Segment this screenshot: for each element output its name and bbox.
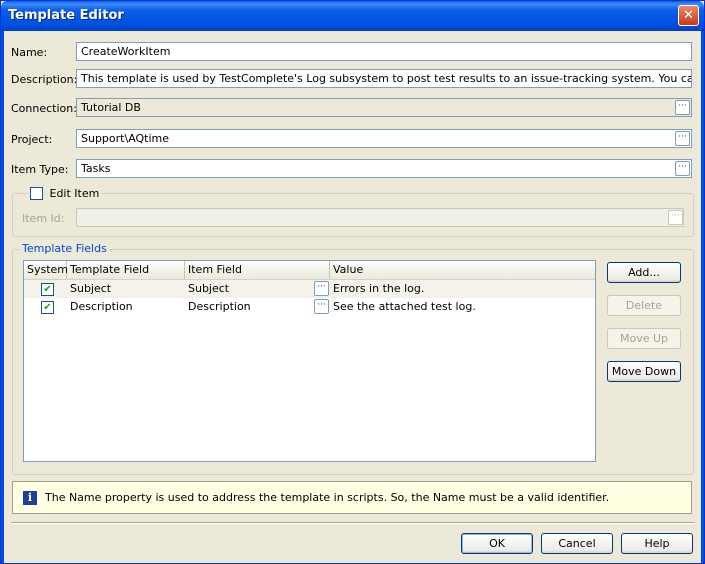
- ellipsis-icon: ···: [678, 132, 687, 142]
- window-frame-right: [701, 31, 704, 563]
- item-id-browse-button[interactable]: ···: [668, 210, 683, 225]
- description-label: Description:: [11, 73, 78, 86]
- table-row[interactable]: ✔ Subject Subject ··· Errors in the log.: [24, 280, 595, 298]
- column-header-system[interactable]: System: [24, 261, 68, 279]
- system-checkbox[interactable]: ✔: [41, 283, 54, 296]
- project-browse-button[interactable]: ···: [675, 131, 690, 146]
- grid-header: System Template Field Item Field Value: [24, 261, 595, 280]
- ok-button[interactable]: OK: [461, 533, 533, 554]
- delete-button[interactable]: Delete: [607, 295, 681, 316]
- item-id-input[interactable]: [76, 208, 684, 227]
- value-cell[interactable]: See the attached test log.: [333, 298, 476, 316]
- item-field-cell: Subject: [188, 282, 230, 295]
- project-label: Project:: [11, 133, 53, 146]
- ellipsis-icon: ···: [317, 282, 326, 292]
- info-text: The Name property is used to address the…: [45, 491, 610, 504]
- edit-item-label: Edit Item: [49, 186, 100, 200]
- cancel-button[interactable]: Cancel: [541, 533, 613, 554]
- title-bar[interactable]: Template Editor ✕: [1, 1, 704, 31]
- footer-separator: [11, 522, 695, 524]
- move-up-button[interactable]: Move Up: [607, 328, 681, 349]
- value-browse-button[interactable]: ···: [314, 299, 329, 314]
- connection-label: Connection:: [11, 102, 77, 115]
- ellipsis-icon: ···: [671, 211, 680, 221]
- item-field-cell: Description: [188, 300, 251, 313]
- template-field-cell: Subject: [70, 282, 112, 295]
- connection-browse-button[interactable]: ···: [675, 100, 690, 115]
- close-icon: ✕: [683, 8, 694, 23]
- close-button[interactable]: ✕: [678, 5, 699, 26]
- column-header-item-field[interactable]: Item Field: [185, 261, 330, 279]
- info-panel: i The Name property is used to address t…: [12, 481, 692, 514]
- ellipsis-icon: ···: [317, 300, 326, 310]
- template-fields-grid[interactable]: System Template Field Item Field Value ✔…: [23, 260, 596, 462]
- window-title: Template Editor: [8, 8, 124, 23]
- project-input[interactable]: Support\AQtime: [76, 129, 692, 148]
- edit-item-header: Edit Item: [28, 186, 102, 201]
- template-editor-window: Template Editor ✕ Name: CreateWorkItem D…: [0, 0, 705, 564]
- item-type-browse-button[interactable]: ···: [675, 161, 690, 176]
- column-header-template-field[interactable]: Template Field: [67, 261, 185, 279]
- template-fields-title: Template Fields: [20, 242, 109, 255]
- move-down-button[interactable]: Move Down: [607, 361, 681, 382]
- window-frame-left: [1, 31, 4, 563]
- name-input[interactable]: CreateWorkItem: [76, 42, 692, 61]
- ellipsis-icon: ···: [678, 162, 687, 172]
- column-header-value[interactable]: Value: [330, 261, 595, 279]
- help-button[interactable]: Help: [621, 533, 693, 554]
- ellipsis-icon: ···: [678, 101, 687, 111]
- table-row[interactable]: ✔ Description Description ··· See the at…: [24, 298, 595, 316]
- add-button[interactable]: Add...: [607, 262, 681, 283]
- connection-input[interactable]: Tutorial DB: [76, 98, 692, 117]
- value-browse-button[interactable]: ···: [314, 281, 329, 296]
- info-icon: i: [23, 491, 37, 505]
- item-id-label: Item Id:: [22, 212, 65, 225]
- item-type-input[interactable]: Tasks: [76, 159, 692, 178]
- name-label: Name:: [11, 46, 48, 59]
- system-checkbox[interactable]: ✔: [41, 301, 54, 314]
- check-icon: ✔: [43, 284, 52, 295]
- edit-item-checkbox[interactable]: [30, 186, 43, 200]
- template-field-cell: Description: [70, 300, 133, 313]
- description-input[interactable]: This template is used by TestComplete's …: [76, 69, 692, 88]
- value-cell[interactable]: Errors in the log.: [333, 280, 424, 298]
- check-icon: ✔: [43, 302, 52, 313]
- item-type-label: Item Type:: [11, 163, 69, 176]
